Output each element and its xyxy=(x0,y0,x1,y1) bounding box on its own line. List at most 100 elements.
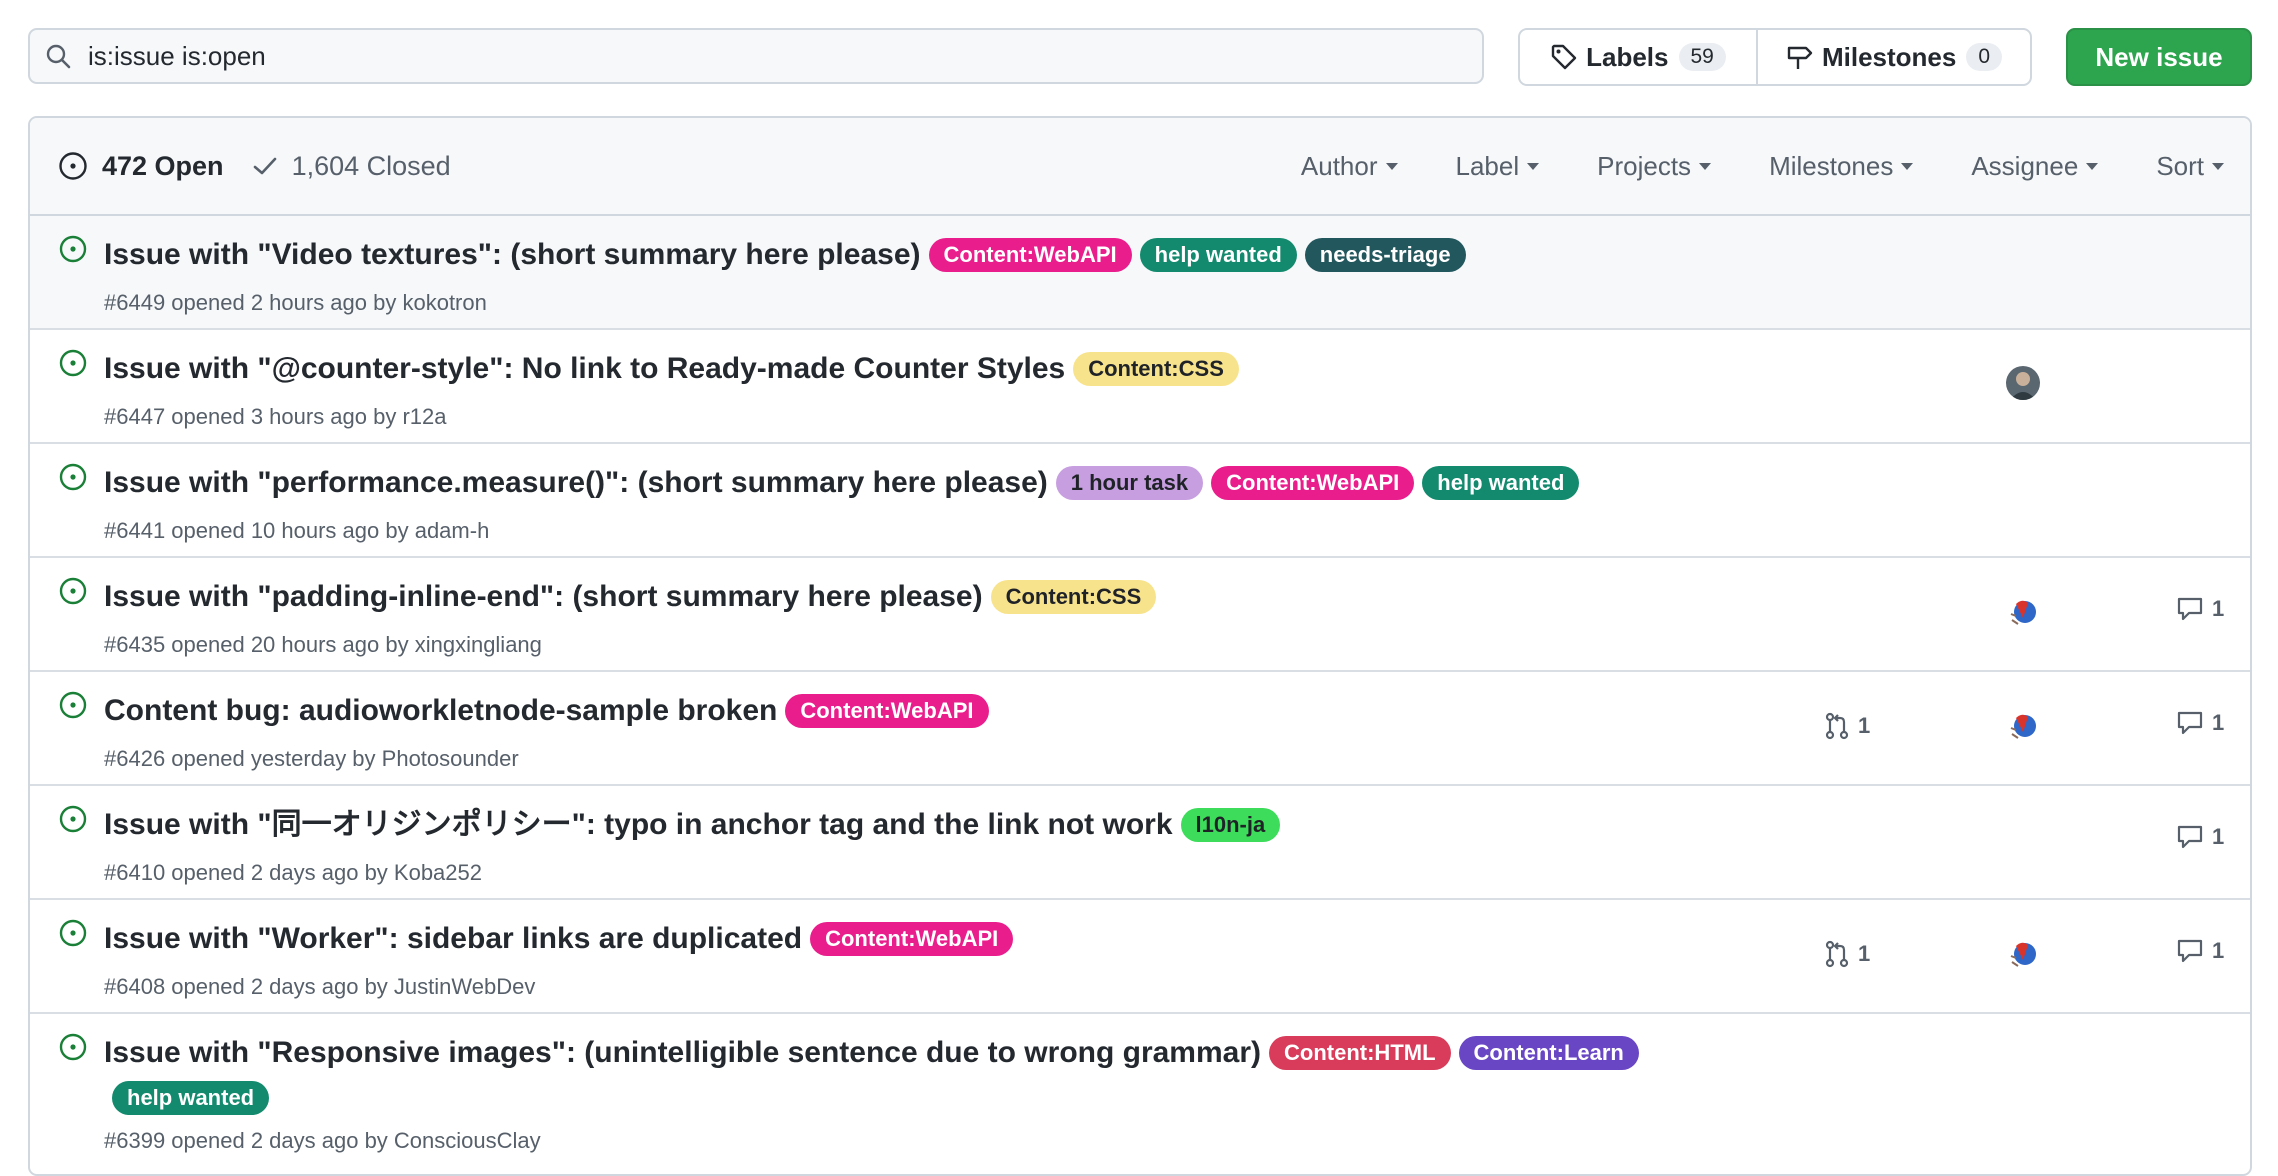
milestones-label: Milestones xyxy=(1821,41,1957,72)
assignee-avatar[interactable] xyxy=(2006,936,2040,970)
issue-title-link[interactable]: Issue with "padding-inline-end": (short … xyxy=(104,580,983,613)
new-issue-button[interactable]: New issue xyxy=(2066,28,2252,86)
issue-row[interactable]: Issue with "Responsive images": (unintel… xyxy=(30,1014,2250,1164)
closed-issues-tab[interactable]: 1,604 Closed xyxy=(252,151,451,182)
filter-sort[interactable]: Sort xyxy=(2156,151,2224,182)
milestones-count: 0 xyxy=(1966,43,2003,71)
closed-count: 1,604 Closed xyxy=(291,150,451,181)
issue-label[interactable]: Content:WebAPI xyxy=(810,922,1014,957)
issue-row[interactable]: Issue with "Video textures": (short summ… xyxy=(30,216,2250,330)
issue-title-link[interactable]: Issue with "Responsive images": (unintel… xyxy=(104,1036,1261,1069)
linked-pr[interactable]: 1 xyxy=(1824,712,1870,740)
issue-title-line: Issue with "同一オリジンポリシー": typo in anchor … xyxy=(104,802,1690,847)
caret-down-icon xyxy=(1527,162,1540,170)
issue-title-line: Issue with "performance.measure()": (sho… xyxy=(104,460,1690,505)
issue-label[interactable]: help wanted xyxy=(1139,238,1297,273)
milestones-button[interactable]: Milestones 0 xyxy=(1758,30,2030,84)
filter-label-dropdown[interactable]: Label xyxy=(1456,151,1540,182)
issue-title-link[interactable]: Content bug: audioworkletnode-sample bro… xyxy=(104,694,777,727)
search-input[interactable] xyxy=(86,39,1470,73)
issue-label[interactable]: Content:WebAPI xyxy=(1211,466,1415,501)
comment-icon xyxy=(2176,596,2204,622)
search-icon xyxy=(44,42,72,70)
issue-rows: Issue with "Video textures": (short summ… xyxy=(30,216,2250,1164)
issue-meta: #6449 opened 2 hours ago by kokotron xyxy=(104,290,487,315)
issue-label[interactable]: Content:WebAPI xyxy=(928,238,1132,273)
filter-projects[interactable]: Projects xyxy=(1597,150,1712,182)
issue-title-line: Issue with "@counter-style": No link to … xyxy=(104,346,1690,391)
issue-row[interactable]: Issue with "performance.measure()": (sho… xyxy=(30,444,2250,558)
search-field[interactable] xyxy=(28,28,1484,84)
issue-title-link[interactable]: Issue with "performance.measure()": (sho… xyxy=(104,466,1048,499)
filter-assignee[interactable]: Assignee xyxy=(1971,150,2099,182)
issue-meta: #6435 opened 20 hours ago by xingxinglia… xyxy=(104,632,542,657)
issue-label[interactable]: Content:WebAPI xyxy=(785,694,989,729)
filter-label: Assignee xyxy=(1971,150,2079,181)
issue-opened-icon xyxy=(58,462,88,497)
issue-label[interactable]: help wanted xyxy=(112,1081,270,1116)
comments-link[interactable]: 1 xyxy=(2176,824,2224,850)
check-icon xyxy=(252,153,278,179)
filter-label: Sort xyxy=(2156,150,2204,181)
issue-title-line: Issue with "Video textures": (short summ… xyxy=(104,232,1690,277)
comment-count: 1 xyxy=(2212,824,2225,849)
comment-count: 1 xyxy=(2212,710,2225,735)
comment-icon xyxy=(2176,710,2204,736)
comments-link[interactable]: 1 xyxy=(2176,938,2224,964)
issue-opened-icon xyxy=(58,348,88,383)
issue-row[interactable]: Issue with "padding-inline-end": (short … xyxy=(30,558,2250,672)
assignee-avatar[interactable] xyxy=(2006,708,2040,742)
issue-title-link[interactable]: Issue with "@counter-style": No link to … xyxy=(104,352,1065,385)
issue-title-link[interactable]: Issue with "同一オリジンポリシー": typo in anchor … xyxy=(104,808,1173,841)
issue-meta: #6399 opened 2 days ago by ConsciousClay xyxy=(104,1128,541,1153)
caret-down-icon xyxy=(1901,162,1914,170)
linked-pr[interactable]: 1 xyxy=(1824,940,1870,968)
issue-row[interactable]: Content bug: audioworkletnode-sample bro… xyxy=(30,672,2250,786)
issue-label[interactable]: help wanted xyxy=(1422,466,1580,501)
open-issues-tab[interactable]: 472 Open xyxy=(58,151,224,182)
labels-button[interactable]: Labels 59 xyxy=(1520,30,1758,84)
labels-label: Labels xyxy=(1586,41,1669,72)
issue-label[interactable]: Content:CSS xyxy=(990,580,1157,615)
issue-title-link[interactable]: Issue with "Video textures": (short summ… xyxy=(104,238,921,271)
filter-author[interactable]: Author xyxy=(1301,151,1398,182)
comments-link[interactable]: 1 xyxy=(2176,596,2224,622)
labels-count: 59 xyxy=(1678,43,1726,71)
issue-row[interactable]: Issue with "同一オリジンポリシー": typo in anchor … xyxy=(30,786,2250,900)
labels-milestones-group: Labels 59 Milestones 0 xyxy=(1518,28,2032,86)
tag-icon xyxy=(1550,43,1578,71)
comments-link[interactable]: 1 xyxy=(2176,710,2224,736)
issue-opened-icon xyxy=(58,918,88,953)
issue-title-line: Issue with "Worker": sidebar links are d… xyxy=(104,916,1690,961)
assignee-avatar[interactable] xyxy=(2006,594,2040,628)
issue-label[interactable]: 1 hour task xyxy=(1055,466,1204,501)
comment-count: 1 xyxy=(2212,596,2225,621)
issue-meta: #6408 opened 2 days ago by JustinWebDev xyxy=(104,974,536,999)
issue-label[interactable]: Content:HTML xyxy=(1269,1036,1451,1071)
comment-icon xyxy=(2176,824,2204,850)
caret-down-icon xyxy=(1699,162,1712,170)
issue-label[interactable]: Content:CSS xyxy=(1073,352,1239,387)
comment-count: 1 xyxy=(2212,938,2225,963)
filter-bar: Author Label Projects Milestones Assigne… xyxy=(1243,118,2224,214)
issue-meta: #6426 opened yesterday by Photosounder xyxy=(104,746,519,771)
issue-label[interactable]: l10n-ja xyxy=(1180,808,1281,843)
filter-label: Projects xyxy=(1597,150,1692,181)
filter-milestones[interactable]: Milestones xyxy=(1769,151,1914,182)
assignee-avatar[interactable] xyxy=(2006,366,2040,400)
git-pull-request-icon xyxy=(1824,940,1850,968)
issue-title-line: Content bug: audioworkletnode-sample bro… xyxy=(104,688,1690,733)
issue-meta: #6410 opened 2 days ago by Koba252 xyxy=(104,860,482,885)
filter-label: Label xyxy=(1455,150,1520,181)
issue-row[interactable]: Issue with "@counter-style": No link to … xyxy=(30,330,2250,444)
issue-title-line: Issue with "Responsive images": (unintel… xyxy=(104,1030,1690,1119)
issue-title-link[interactable]: Issue with "Worker": sidebar links are d… xyxy=(104,922,802,955)
git-pull-request-icon xyxy=(1824,712,1850,740)
issue-row[interactable]: Issue with "Worker": sidebar links are d… xyxy=(30,900,2250,1014)
issue-label[interactable]: needs-triage xyxy=(1304,238,1466,273)
issue-meta: #6441 opened 10 hours ago by adam-h xyxy=(104,518,490,543)
issue-label[interactable]: Content:Learn xyxy=(1458,1036,1639,1071)
issue-opened-icon xyxy=(58,234,88,269)
open-count: 472 Open xyxy=(102,150,224,181)
issue-opened-icon xyxy=(58,804,88,839)
